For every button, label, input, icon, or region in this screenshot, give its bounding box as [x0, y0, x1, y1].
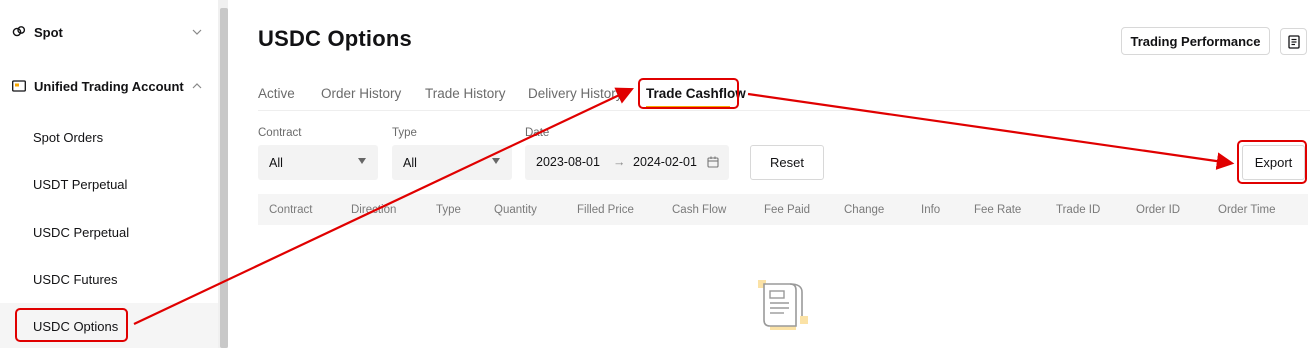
contract-filter-label: Contract	[258, 127, 302, 139]
annotation-highlight-export	[1237, 140, 1307, 184]
column-header-contract: Contract	[269, 204, 313, 216]
document-icon	[1287, 34, 1300, 49]
sidebar-item-usdc-futures[interactable]: USDC Futures	[0, 256, 218, 302]
trading-performance-button[interactable]: Trading Performance	[1121, 27, 1270, 55]
document-button[interactable]	[1280, 28, 1307, 55]
column-header-cash-flow: Cash Flow	[672, 204, 727, 216]
column-header-change: Change	[844, 204, 885, 216]
sidebar-item-spot-orders[interactable]: Spot Orders	[0, 114, 218, 160]
type-filter-label: Type	[392, 127, 417, 139]
sidebar-item-label: USDC Perpetual	[33, 224, 130, 240]
tab-order-history[interactable]: Order History	[321, 86, 401, 101]
sidebar-item-spot[interactable]: Spot	[0, 9, 218, 55]
tab-trade-history[interactable]: Trade History	[425, 86, 506, 101]
contract-select-value: All	[269, 155, 283, 170]
wallet-icon	[12, 79, 26, 93]
sidebar-item-label: Unified Trading Account	[34, 78, 184, 94]
reset-button[interactable]: Reset	[750, 145, 824, 180]
arrow-right-icon: →	[613, 155, 626, 169]
chevron-up-icon[interactable]	[192, 80, 202, 92]
date-end: 2024-02-01	[633, 155, 697, 169]
sidebar: Spot Unified Trading Account Spot Orders…	[0, 0, 218, 348]
annotation-highlight-usdc-options	[15, 308, 128, 342]
calendar-icon[interactable]	[707, 156, 719, 171]
date-filter-label: Date	[525, 127, 550, 139]
link-circles-icon	[12, 25, 26, 39]
column-header-quantity: Quantity	[494, 204, 537, 216]
sidebar-item-unified-trading-account[interactable]: Unified Trading Account	[0, 63, 218, 109]
tab-delivery-history[interactable]: Delivery History	[528, 86, 623, 101]
contract-select[interactable]: All	[258, 145, 378, 180]
column-header-trade-id: Trade ID	[1056, 204, 1101, 216]
column-header-direction: Direction	[351, 204, 397, 216]
column-header-order-time: Order Time	[1218, 204, 1276, 216]
annotation-highlight-trade-cashflow	[638, 78, 739, 109]
caret-down-icon	[358, 158, 366, 164]
column-header-info: Info	[921, 204, 941, 216]
type-select-value: All	[403, 155, 417, 170]
type-select[interactable]: All	[392, 145, 512, 180]
tab-active[interactable]: Active	[258, 86, 295, 101]
column-header-fee-paid: Fee Paid	[764, 204, 811, 216]
caret-down-icon	[492, 158, 500, 164]
sidebar-item-usdt-perpetual[interactable]: USDT Perpetual	[0, 161, 218, 207]
column-header-order-id: Order ID	[1136, 204, 1181, 216]
sidebar-scrollbar-thumb[interactable]	[220, 8, 228, 348]
page-title: USDC Options	[258, 26, 412, 51]
column-header-type: Type	[436, 204, 461, 216]
tabs-divider	[258, 110, 1310, 111]
sidebar-item-usdc-perpetual[interactable]: USDC Perpetual	[0, 209, 218, 255]
chevron-down-icon[interactable]	[192, 26, 202, 38]
sidebar-item-label: Spot	[34, 24, 63, 40]
date-range-picker[interactable]: 2023-08-01 → 2024-02-01	[525, 145, 729, 180]
date-start: 2023-08-01	[536, 155, 600, 169]
sidebar-item-label: USDC Futures	[33, 271, 118, 287]
empty-document-icon	[758, 280, 808, 330]
sidebar-item-label: USDT Perpetual	[33, 176, 128, 192]
column-header-fee-rate: Fee Rate	[974, 204, 1022, 216]
column-header-filled-price: Filled Price	[577, 204, 634, 216]
sidebar-item-label: Spot Orders	[33, 129, 104, 145]
